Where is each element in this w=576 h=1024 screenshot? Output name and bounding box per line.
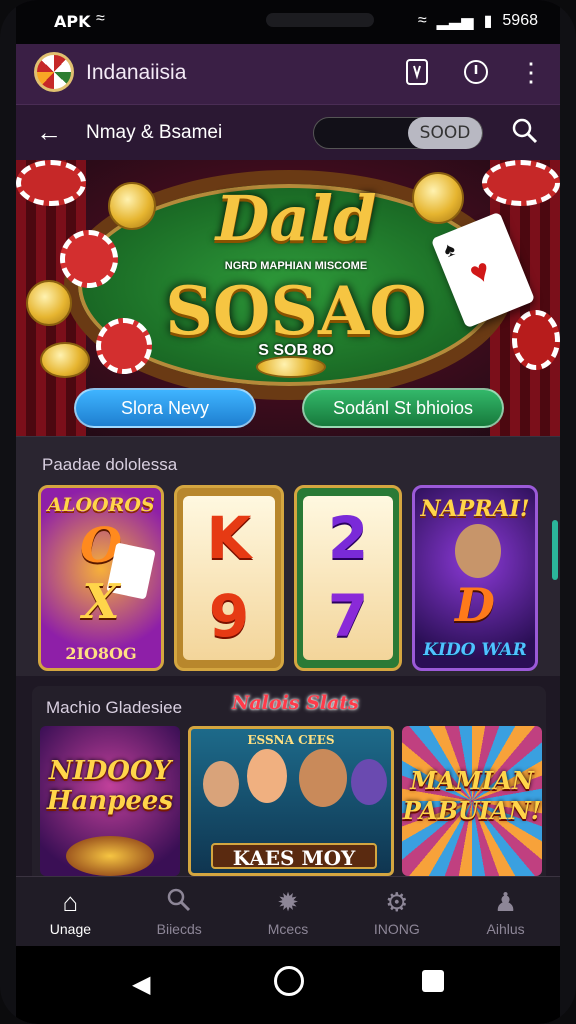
sub-bar: ← Nmay & Bsamei SOOD <box>16 104 560 160</box>
back-icon[interactable]: ◀ <box>132 970 150 999</box>
clock: 5968 <box>502 12 538 29</box>
game-tile-title: NIDOOY Hanpees <box>46 756 174 816</box>
chip-icon <box>60 230 118 288</box>
character-avatar <box>455 524 501 578</box>
nav-profile[interactable]: ♟ Aihlus <box>451 877 560 946</box>
slot-symbol: K <box>206 504 252 572</box>
profile-icon: ♟ <box>493 886 518 917</box>
hero-left-button[interactable]: Slora Nevy <box>74 388 256 428</box>
nav-home[interactable]: ⌂ Unage <box>16 877 125 946</box>
nav-label: Biiecds <box>156 920 202 937</box>
home-button-icon[interactable] <box>274 966 304 996</box>
back-arrow-icon[interactable]: ← <box>36 117 62 148</box>
heart-icon: ♥ <box>464 251 496 292</box>
slot-symbol: 7 <box>327 582 369 650</box>
character-avatar <box>299 749 347 807</box>
game-tile[interactable]: NIDOOY Hanpees <box>40 726 180 876</box>
balance-value: SOOD <box>408 117 482 149</box>
screen: APK ≈ ≈ ▂▃▅ ▮ 5968 Indanaiisia ⋮ ← Nmay … <box>16 0 560 1024</box>
carrier-label: APK <box>54 12 91 31</box>
nav-search[interactable]: Biiecds <box>125 877 234 946</box>
machine-games-section: Machio Gladesiee Nalois Slats NIDOOY Han… <box>32 686 546 886</box>
search-icon <box>166 887 192 917</box>
hero-tagline: NGRD MAPHIAN MISCOME <box>224 260 368 272</box>
section-title: Paadae dololessa <box>42 455 178 474</box>
game-tile[interactable]: NAPRAI! D KIDO WAR <box>412 485 538 671</box>
game-tile[interactable]: MAMIAN PABUIAN! <box>402 726 542 876</box>
game-tile-banner: ESSNA CEES <box>247 733 335 747</box>
side-handle[interactable] <box>552 520 558 580</box>
wifi-signal-icon: ≈ <box>417 12 427 29</box>
search-icon[interactable] <box>511 117 539 152</box>
featured-games-section: Paadae dololessa ALOOROS O X 2IO8OG K 9 … <box>16 436 560 676</box>
character-avatar <box>247 749 287 803</box>
character-avatar <box>351 759 387 805</box>
wifi-icon: ≈ <box>96 10 105 27</box>
slot-symbol: 9 <box>208 582 250 650</box>
nav-settings[interactable]: ⚙ INONG <box>342 877 451 946</box>
nav-label: Aihlus <box>486 920 525 937</box>
balance-pill[interactable]: SOOD <box>313 117 483 149</box>
phone-frame: APK ≈ ≈ ▂▃▅ ▮ 5968 Indanaiisia ⋮ ← Nmay … <box>0 0 576 1024</box>
system-nav-bar: ◀ <box>16 946 560 1024</box>
chip-icon <box>482 160 560 206</box>
page-title: Nmay & Bsamei <box>86 122 223 143</box>
slot-symbol: 2 <box>327 504 369 572</box>
roulette-icon <box>66 836 154 876</box>
chip-icon <box>16 160 86 206</box>
settings-icon: ⚙ <box>385 886 409 917</box>
section-title: Machio Gladesiee <box>46 698 183 717</box>
game-tile-symbol: D <box>455 578 495 632</box>
hero-subtitle: SOSAO <box>165 272 427 350</box>
coin-icon <box>40 342 90 378</box>
game-tile-title: NAPRAI! <box>420 496 530 522</box>
spade-icon: ♠ <box>440 237 459 263</box>
game-tile-caption: KIDO WAR <box>423 640 527 660</box>
nav-games[interactable]: ✹ Mcecs <box>234 877 343 946</box>
speaker-notch <box>266 13 374 27</box>
home-icon: ⌂ <box>62 886 79 917</box>
hero-note: S SOB 8O <box>258 342 334 359</box>
app-bar: Indanaiisia ⋮ <box>16 44 560 104</box>
character-avatar <box>203 761 239 807</box>
game-tile-title: MAMIAN PABUIAN! <box>402 766 542 825</box>
game-tile-title: KAES MOY <box>211 843 377 870</box>
coin-icon <box>108 182 156 230</box>
game-tile[interactable]: ESSNA CEES KAES MOY <box>188 726 394 876</box>
nav-label: INONG <box>373 920 420 937</box>
hero-banner[interactable]: ♠ ♥ Dald NGRD MAPHIAN MISCOME SOSAO S SO… <box>16 160 560 436</box>
game-tile-title: ALOOROS <box>47 494 155 516</box>
gear-badge-icon: ✹ <box>277 886 299 917</box>
app-logo <box>34 52 74 92</box>
battery-icon: ▮ <box>483 13 493 30</box>
hero-right-button[interactable]: Sodánl St bhioios <box>302 388 504 428</box>
tablet-icon[interactable] <box>400 55 434 89</box>
game-tile[interactable]: ALOOROS O X 2IO8OG <box>38 485 164 671</box>
app-title: Indanaiisia <box>86 61 187 84</box>
slot-tile[interactable]: K 9 <box>174 485 284 671</box>
slot-tile[interactable]: 2 7 <box>294 485 402 671</box>
hero-title: Dald <box>215 182 377 255</box>
cell-signal-icon: ▂▃▅ <box>436 13 474 30</box>
more-menu-icon[interactable]: ⋮ <box>514 55 548 89</box>
new-slots-badge: Nalois Slats <box>232 692 359 714</box>
nav-label: Unage <box>49 920 92 937</box>
bottom-nav: ⌂ Unage Biiecds ✹ Mcecs ⚙ INONG ♟ Aihlus <box>16 876 560 946</box>
coin-icon <box>26 280 72 326</box>
game-tile-caption: 2IO8OG <box>65 644 137 663</box>
chip-icon <box>512 310 560 370</box>
game-tile-symbol: X <box>82 574 120 630</box>
info-icon[interactable] <box>459 55 493 89</box>
status-bar: APK ≈ ≈ ▂▃▅ ▮ 5968 <box>16 0 560 44</box>
recents-icon[interactable] <box>422 970 444 992</box>
nav-label: Mcecs <box>267 920 309 937</box>
